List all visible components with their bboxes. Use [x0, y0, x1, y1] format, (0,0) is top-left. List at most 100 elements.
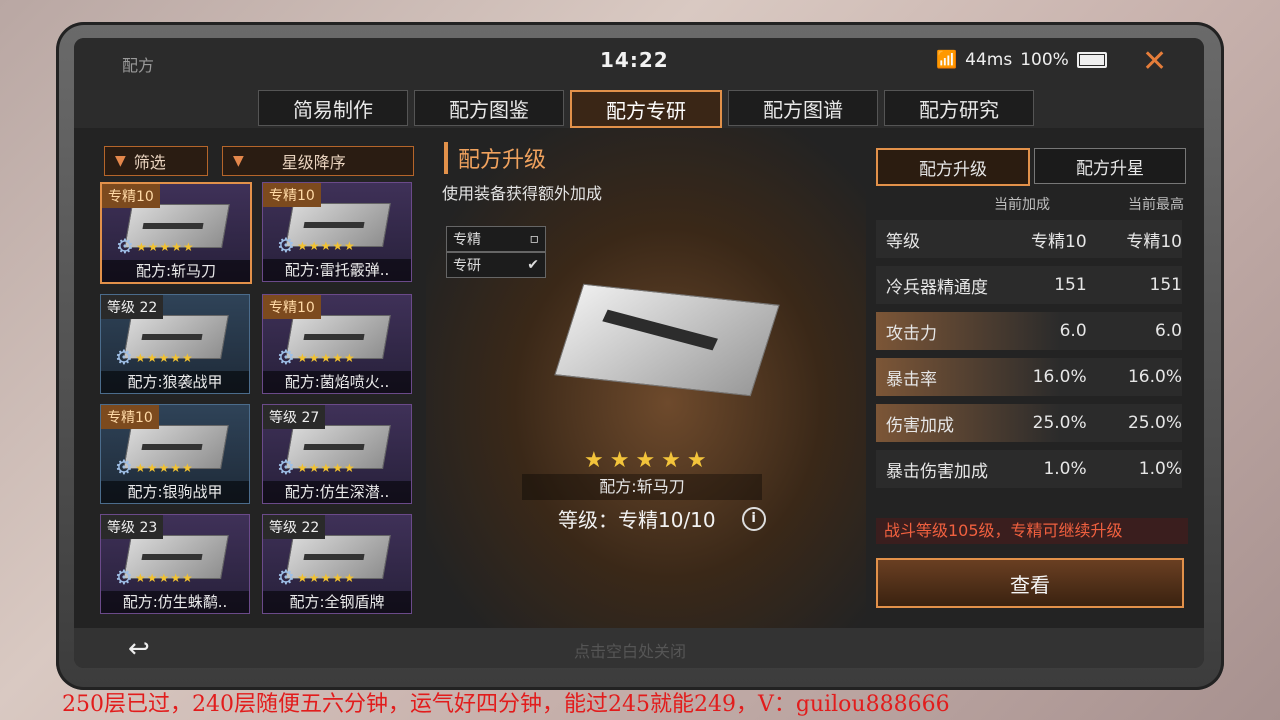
battery-text: 100% — [1020, 50, 1069, 70]
filter-label: 筛选 — [133, 153, 166, 172]
recipe-card[interactable]: 等级 22 ⚙ ★★★★★ 配方:狼袭战甲 — [100, 294, 250, 394]
stat-current: 25.0% — [1032, 413, 1087, 433]
filter-bar: ▼ 筛选 ▼ 星级降序 — [104, 146, 414, 176]
tab-recipe-study[interactable]: 配方研究 — [884, 90, 1034, 126]
stat-max: 1.0% — [1138, 459, 1182, 479]
recipe-card[interactable]: 等级 22 ⚙ ★★★★★ 配方:全钢盾牌 — [262, 514, 412, 614]
stat-max: 151 — [1149, 275, 1182, 295]
card-name: 配方:狼袭战甲 — [101, 371, 249, 393]
card-name: 配方:银驹战甲 — [101, 481, 249, 503]
recipe-card[interactable]: 专精10 ⚙ ★★★★★ 配方:菌焰喷火.. — [262, 294, 412, 394]
view-button[interactable]: 查看 — [876, 558, 1184, 608]
card-badge: 专精10 — [101, 405, 159, 429]
checkbox-mastery[interactable]: 专精 ▫ — [446, 226, 546, 252]
stat-label: 冷兵器精通度 — [886, 277, 988, 298]
tab-recipe-atlas[interactable]: 配方图谱 — [728, 90, 878, 126]
wifi-icon: 📶 — [936, 50, 958, 70]
gear-icon: ⚙ — [277, 565, 295, 589]
card-badge: 专精10 — [263, 295, 321, 319]
stat-row: 暴击率 16.0% 16.0% — [876, 358, 1182, 396]
panel-title: 配方升级 — [444, 142, 546, 174]
card-stars: ★★★★★ — [297, 351, 356, 365]
gear-icon: ⚙ — [116, 234, 134, 258]
stats-tabs: 配方升级 配方升星 — [876, 148, 1186, 186]
tab-upgrade[interactable]: 配方升级 — [876, 148, 1030, 186]
status-area: 📶 44ms 100% — [936, 50, 1107, 70]
recipe-card[interactable]: 等级 27 ⚙ ★★★★★ 配方:仿生深潜.. — [262, 404, 412, 504]
battery-icon — [1076, 52, 1107, 68]
tap-to-close-hint[interactable]: 点击空白处关闭 — [574, 638, 686, 662]
card-name: 配方:仿生蛛鹬.. — [101, 591, 249, 613]
option-checklist: 专精 ▫ 专研 ✔ — [446, 226, 546, 278]
stat-max: 16.0% — [1127, 367, 1182, 387]
recipe-card[interactable]: 专精10 ⚙ ★★★★★ 配方:银驹战甲 — [100, 404, 250, 504]
gear-icon: ⚙ — [115, 565, 133, 589]
stat-row: 伤害加成 25.0% 25.0% — [876, 404, 1182, 442]
card-stars: ★★★★★ — [297, 239, 356, 253]
stat-row: 冷兵器精通度 151 151 — [876, 266, 1182, 304]
tab-recipe-catalog[interactable]: 配方图鉴 — [414, 90, 564, 126]
level-notice: 战斗等级105级，专精可继续升级 — [876, 518, 1188, 544]
recipe-card[interactable]: 专精10 ⚙ ★★★★★ 配方:斩马刀 — [100, 182, 252, 284]
stat-label: 攻击力 — [886, 323, 937, 344]
card-name: 配方:仿生深潜.. — [263, 481, 411, 503]
tab-recipe-research[interactable]: 配方专研 — [570, 90, 722, 128]
card-name: 配方:斩马刀 — [102, 260, 250, 282]
gear-icon: ⚙ — [277, 345, 295, 369]
card-stars: ★★★★★ — [297, 571, 356, 585]
stat-row: 攻击力 6.0 6.0 — [876, 312, 1182, 350]
gear-icon: ⚙ — [115, 455, 133, 479]
sort-label: 星级降序 — [281, 153, 346, 172]
card-stars: ★★★★★ — [297, 461, 356, 475]
stat-max: 6.0 — [1154, 321, 1182, 341]
ping-text: 44ms — [965, 50, 1013, 70]
overlay-caption: 250层已过，240层随便五六分钟，运气好四分钟，能过245就能249，V：gu… — [62, 692, 950, 717]
stat-max: 专精10 — [1126, 231, 1182, 252]
tab-simple-craft[interactable]: 简易制作 — [258, 90, 408, 126]
card-badge: 等级 22 — [101, 295, 164, 319]
card-badge: 专精10 — [102, 184, 160, 208]
card-stars: ★★★★★ — [135, 351, 194, 365]
recipe-detail-panel: 配方升级 使用装备获得额外加成 专精 ▫ 专研 ✔ ★★★★★ 配方:斩马刀 等… — [426, 128, 866, 628]
stat-max: 25.0% — [1127, 413, 1182, 433]
gear-icon: ⚙ — [277, 455, 295, 479]
stats-list: 等级 专精10 专精10 冷兵器精通度 151 151 攻击力 6.0 6.0 … — [876, 220, 1182, 496]
item-stars: ★★★★★ — [584, 448, 713, 473]
back-icon[interactable]: ↩ — [128, 634, 150, 664]
checkbox-label: 专精 — [453, 232, 481, 248]
blueprint-image — [554, 283, 780, 397]
recipe-list-panel: ▼ 筛选 ▼ 星级降序 专精10 ⚙ ★★★★★ 配方:斩马刀 专精10 ⚙ ★… — [96, 128, 426, 628]
chevron-down-icon: ▼ — [233, 153, 244, 169]
stat-current: 6.0 — [1059, 321, 1087, 341]
tab-star-up[interactable]: 配方升星 — [1034, 148, 1186, 184]
card-stars: ★★★★★ — [136, 240, 195, 254]
col-max: 当前最高 — [1128, 197, 1184, 213]
gear-icon: ⚙ — [277, 233, 295, 257]
main-tabs: 简易制作 配方图鉴 配方专研 配方图谱 配方研究 — [258, 90, 1034, 128]
filter-button[interactable]: ▼ 筛选 — [104, 146, 208, 176]
stat-current: 16.0% — [1032, 367, 1087, 387]
clock: 14:22 — [600, 48, 669, 72]
sort-button[interactable]: ▼ 星级降序 — [222, 146, 414, 176]
card-badge: 专精10 — [263, 183, 321, 207]
stat-current: 1.0% — [1043, 459, 1087, 479]
col-current: 当前加成 — [994, 197, 1050, 213]
recipe-card[interactable]: 专精10 ⚙ ★★★★★ 配方:雷托霰弹.. — [262, 182, 412, 282]
card-stars: ★★★★★ — [135, 571, 194, 585]
stat-current: 专精10 — [1031, 231, 1087, 252]
stats-header: 当前加成 当前最高 — [994, 194, 1184, 214]
item-level: 等级：专精10/10 — [558, 508, 716, 532]
stat-label: 暴击伤害加成 — [886, 461, 988, 482]
recipe-grid: 专精10 ⚙ ★★★★★ 配方:斩马刀 专精10 ⚙ ★★★★★ 配方:雷托霰弹… — [100, 182, 412, 614]
info-icon[interactable]: i — [741, 506, 766, 531]
chevron-down-icon: ▼ — [115, 153, 126, 169]
stat-label: 暴击率 — [886, 369, 937, 390]
gear-icon: ⚙ — [115, 345, 133, 369]
top-bar: 配方 14:22 📶 44ms 100% ✕ — [74, 38, 1204, 90]
card-name: 配方:菌焰喷火.. — [263, 371, 411, 393]
checkbox-empty-icon: ▫ — [529, 231, 540, 247]
recipe-card[interactable]: 等级 23 ⚙ ★★★★★ 配方:仿生蛛鹬.. — [100, 514, 250, 614]
close-icon[interactable]: ✕ — [1142, 44, 1167, 79]
checkbox-research[interactable]: 专研 ✔ — [446, 252, 546, 278]
panel-subtitle: 使用装备获得额外加成 — [442, 184, 603, 203]
